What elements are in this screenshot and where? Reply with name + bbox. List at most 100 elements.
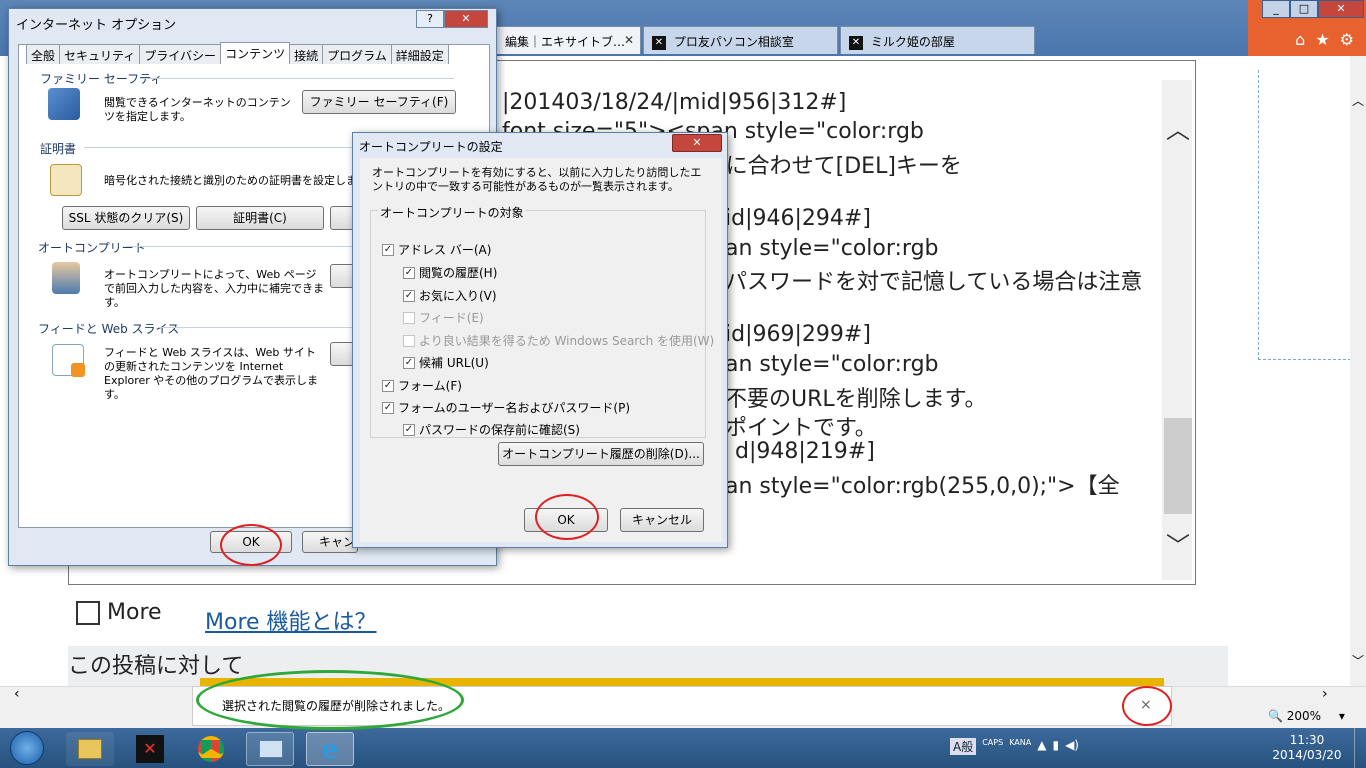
chevron-down-icon[interactable]: ▾: [1339, 709, 1345, 723]
close-dialog-button[interactable]: ✕: [444, 10, 488, 28]
address-bar-checkbox[interactable]: ✓ アドレス バー(A): [382, 241, 491, 258]
scroll-down-icon[interactable]: ﹀: [1166, 526, 1190, 561]
checkbox-box[interactable]: [403, 311, 415, 324]
post-section-title: この投稿に対して: [68, 654, 244, 679]
tab-general[interactable]: 全般: [26, 44, 61, 64]
content-line: id|969|299#]: [725, 322, 871, 347]
ask-before-save-checkbox[interactable]: ✓ パスワードの保存前に確認(S): [403, 421, 580, 438]
checkbox-label: 閲覧の履歴(H): [419, 266, 498, 280]
page-scrollbar[interactable]: [1350, 56, 1366, 686]
editor-scroll-thumb[interactable]: [1164, 418, 1192, 514]
home-icon[interactable]: ⌂: [1295, 30, 1305, 49]
cancel-button[interactable]: キャン: [302, 531, 358, 553]
highlight-circle: [1122, 686, 1172, 726]
help-button[interactable]: ?: [416, 10, 444, 28]
tab-security[interactable]: セキュリティ: [59, 44, 141, 64]
page-scroll-down-icon[interactable]: ﹀: [1352, 652, 1364, 669]
certificates-heading: 証明書: [40, 142, 77, 156]
close-dialog-button[interactable]: ✕: [672, 134, 722, 152]
tab-milk[interactable]: ✕ ミルク姫の部屋: [840, 26, 1035, 54]
dialog-title: インターネット オプション: [16, 18, 177, 33]
clock-date: 2014/03/20: [1272, 748, 1342, 762]
caps-indicator: CAPS: [982, 738, 1004, 747]
autocomplete-settings-button[interactable]: [330, 264, 354, 288]
internet-explorer-icon[interactable]: e: [306, 732, 354, 766]
zoom-icon: 🔍: [1268, 709, 1283, 723]
checkbox-box[interactable]: ✓: [403, 289, 415, 302]
content-line: an style="color:rgb(255,0,0);">【全: [725, 474, 1120, 499]
ssl-clear-button[interactable]: SSL 状態のクリア(S): [62, 206, 190, 230]
certificates-button[interactable]: 証明書(C): [196, 206, 324, 230]
forms-checkbox[interactable]: ✓ フォーム(F): [382, 377, 462, 394]
dialog-title: オートコンプリートの設定: [359, 140, 503, 154]
checkbox-box[interactable]: ✓: [382, 379, 394, 392]
scroll-right-icon[interactable]: ›: [1322, 686, 1328, 702]
show-desktop-button[interactable]: [1354, 728, 1366, 768]
autocomplete-description: オートコンプリートを有効にすると、以前に入力したり訪問したエントリの中で一致する…: [372, 166, 702, 193]
network-icon[interactable]: ▮: [1052, 738, 1059, 755]
checkbox-box[interactable]: ✓: [382, 401, 394, 414]
toolbar-icons: ⌂ ★ ⚙: [1295, 30, 1354, 49]
autocomplete-icon: [52, 262, 80, 294]
close-window-button[interactable]: ✕: [1318, 0, 1364, 18]
checkbox-box[interactable]: ✓: [403, 356, 415, 369]
group-label: オートコンプリートの対象: [378, 204, 526, 221]
page-scroll-up-icon[interactable]: ︿: [1352, 92, 1364, 109]
certificate-icon: [50, 164, 82, 196]
clock-time: 11:30: [1289, 733, 1325, 747]
browsing-history-checkbox[interactable]: ✓ 閲覧の履歴(H): [403, 264, 497, 281]
star-icon[interactable]: ★: [1315, 30, 1329, 49]
publishers-button[interactable]: [330, 206, 354, 230]
tab-connections[interactable]: 接続: [289, 44, 324, 64]
gear-icon[interactable]: ⚙: [1340, 30, 1354, 49]
explorer-icon[interactable]: [66, 732, 114, 766]
scroll-up-icon[interactable]: ︿: [1166, 110, 1190, 145]
tab-privacy[interactable]: プライバシー: [139, 44, 222, 64]
feeds-heading: フィードと Web スライス: [38, 322, 180, 336]
show-hidden-icons[interactable]: ▲: [1037, 738, 1046, 755]
tab-content[interactable]: コンテンツ: [220, 42, 291, 64]
checkbox-label: パスワードの保存前に確認(S): [419, 423, 580, 437]
control-panel-icon[interactable]: [246, 732, 294, 766]
system-tray: A般 CAPS KANA ▲ ▮ ◀): [950, 738, 1079, 755]
tab-pc-consult[interactable]: ✕ プロ友パソコン相談室: [643, 26, 838, 54]
volume-icon[interactable]: ◀): [1065, 738, 1079, 755]
more-help-link[interactable]: More 機能とは？: [205, 604, 377, 636]
tab-programs[interactable]: プログラム: [322, 44, 392, 64]
zoom-control[interactable]: 🔍 200% ▾: [1268, 709, 1345, 723]
start-button[interactable]: [10, 731, 44, 765]
window-controls: _ □ ✕: [1262, 0, 1364, 18]
feeds-settings-button[interactable]: [330, 342, 354, 366]
chrome-icon[interactable]: [186, 732, 234, 766]
autocomplete-text: オートコンプリートによって、Web ページで前回入力した内容を、入力中に補完でき…: [104, 268, 324, 309]
suggested-urls-checkbox[interactable]: ✓ 候補 URL(U): [403, 354, 489, 371]
divider: [84, 147, 354, 148]
close-tab-icon[interactable]: ✕: [624, 33, 634, 47]
form-passwords-checkbox[interactable]: ✓ フォームのユーザー名およびパスワード(P): [382, 399, 630, 416]
checkbox-label: フォームのユーザー名およびパスワード(P): [398, 401, 631, 415]
maximize-button[interactable]: □: [1290, 0, 1318, 18]
tab-strip: 編集｜エキサイトブ… ✕ ✕ プロ友パソコン相談室 ✕ ミルク姫の部屋: [496, 26, 1037, 54]
windows-search-checkbox[interactable]: より良い結果を得るため Windows Search を使用(W): [403, 332, 714, 349]
cancel-button[interactable]: キャンセル: [620, 508, 704, 532]
checkbox-label: 候補 URL(U): [419, 356, 489, 370]
feeds-checkbox[interactable]: フィード(E): [403, 309, 484, 326]
kana-indicator: KANA: [1009, 738, 1032, 747]
ime-icon[interactable]: A般: [950, 738, 977, 755]
tab-edit[interactable]: 編集｜エキサイトブ… ✕: [496, 26, 641, 54]
more-checkbox-row[interactable]: More: [76, 600, 162, 625]
checkbox-box[interactable]: [403, 334, 415, 347]
favorites-checkbox[interactable]: ✓ お気に入り(V): [403, 287, 497, 304]
tab-advanced[interactable]: 詳細設定: [390, 44, 449, 64]
checkbox-box[interactable]: ✓: [382, 243, 394, 256]
delete-autocomplete-history-button[interactable]: オートコンプリート履歴の削除(D)...: [498, 442, 704, 466]
minimize-button[interactable]: _: [1262, 0, 1290, 18]
content-line: id|946|294#]: [725, 206, 871, 231]
scroll-left-icon[interactable]: ‹: [14, 686, 20, 702]
clock[interactable]: 11:30 2014/03/20: [1272, 733, 1342, 763]
more-checkbox[interactable]: [76, 601, 100, 625]
family-safety-button[interactable]: ファミリー セーフティ(F): [302, 90, 456, 114]
app-icon[interactable]: ✕: [126, 732, 174, 766]
checkbox-box[interactable]: ✓: [403, 423, 415, 436]
checkbox-box[interactable]: ✓: [403, 266, 415, 279]
